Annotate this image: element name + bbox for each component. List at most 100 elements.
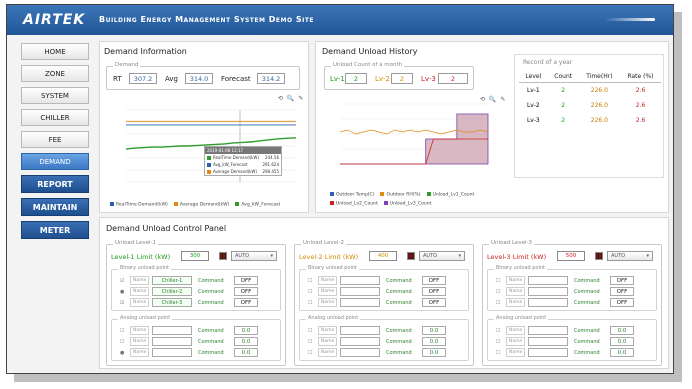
name-label: Name <box>506 348 526 357</box>
chevron-down-icon: ▾ <box>270 253 273 259</box>
command-field[interactable]: 0.0 <box>422 326 446 335</box>
point-checkbox[interactable]: ☐ <box>120 328 124 334</box>
rt-label: RT <box>113 75 122 83</box>
level-limit-label: Level-2 Limit (kW) <box>299 253 359 261</box>
command-field[interactable]: OFF <box>422 287 446 296</box>
mode-select[interactable]: AUTO ▾ <box>419 251 465 261</box>
forecast-label: Forecast <box>221 75 251 83</box>
name-field[interactable] <box>528 348 568 357</box>
nav-system-button[interactable]: SYSTEM <box>21 87 89 104</box>
command-field[interactable]: 0.0 <box>610 326 634 335</box>
point-checkbox[interactable]: ☐ <box>496 300 500 306</box>
command-field[interactable]: 0.0 <box>234 326 258 335</box>
name-field[interactable] <box>340 337 380 346</box>
level-status-indicator <box>407 252 415 260</box>
command-label: Command <box>574 300 600 306</box>
nav-maintain-button[interactable]: MAINTAIN <box>21 198 89 216</box>
name-field[interactable] <box>340 298 380 307</box>
unload-point-row: ☐ Name Command 0.0 <box>112 337 280 347</box>
point-checkbox[interactable]: ● <box>120 289 124 295</box>
command-field[interactable]: 0.0 <box>422 337 446 346</box>
point-checkbox[interactable]: ☐ <box>120 339 124 345</box>
mode-select[interactable]: AUTO ▾ <box>231 251 277 261</box>
name-field[interactable]: Chiller-1 <box>152 276 192 285</box>
mode-select[interactable]: AUTO ▾ <box>607 251 653 261</box>
binary-legend: Binary unload point <box>494 265 548 271</box>
name-field[interactable] <box>528 287 568 296</box>
lv3-value: 2 <box>438 73 468 84</box>
point-checkbox[interactable]: ☑ <box>120 278 124 284</box>
nav-meter-button[interactable]: METER <box>21 221 89 239</box>
name-field[interactable] <box>340 287 380 296</box>
nav-report-button[interactable]: REPORT <box>21 175 89 193</box>
command-field[interactable]: OFF <box>610 287 634 296</box>
command-field[interactable]: OFF <box>234 287 258 296</box>
nav-fee-button[interactable]: FEE <box>21 131 89 148</box>
command-label: Command <box>574 350 600 356</box>
level-limit-input[interactable]: 300 <box>181 251 209 261</box>
command-label: Command <box>386 328 412 334</box>
point-checkbox[interactable]: ☑ <box>120 300 124 306</box>
lv1-value: 2 <box>345 73 367 84</box>
point-checkbox[interactable]: ☐ <box>308 328 312 334</box>
binary-legend: Binary unload point <box>306 265 360 271</box>
command-field[interactable]: OFF <box>234 298 258 307</box>
level-limit-input[interactable]: 400 <box>369 251 397 261</box>
command-field[interactable]: 0.0 <box>234 348 258 357</box>
analog-legend: Analog unload point <box>306 315 361 321</box>
point-checkbox[interactable]: ☐ <box>496 350 500 356</box>
name-field[interactable] <box>340 276 380 285</box>
control-panel-title: Demand Unload Control Panel <box>106 224 227 233</box>
command-field[interactable]: OFF <box>610 298 634 307</box>
point-checkbox[interactable]: ☐ <box>496 339 500 345</box>
command-label: Command <box>574 339 600 345</box>
command-label: Command <box>198 328 224 334</box>
name-field[interactable] <box>528 337 568 346</box>
name-field[interactable]: Chiller-3 <box>152 298 192 307</box>
name-field[interactable] <box>152 326 192 335</box>
point-checkbox[interactable]: ☐ <box>308 350 312 356</box>
command-field[interactable]: 0.0 <box>610 337 634 346</box>
point-checkbox[interactable]: ● <box>120 350 124 356</box>
point-checkbox[interactable]: ☐ <box>308 278 312 284</box>
name-field[interactable] <box>152 348 192 357</box>
record-box: Record of a year Level Count Time(Hr) Ra… <box>514 54 664 178</box>
command-field[interactable]: 0.0 <box>234 337 258 346</box>
name-field[interactable] <box>528 298 568 307</box>
command-field[interactable]: 0.0 <box>422 348 446 357</box>
site-title: Building Energy Management System Demo S… <box>99 15 315 24</box>
analog-legend: Analog unload point <box>118 315 173 321</box>
point-checkbox[interactable]: ☐ <box>308 289 312 295</box>
command-field[interactable]: OFF <box>610 276 634 285</box>
command-field[interactable]: 0.0 <box>610 348 634 357</box>
nav-home-button[interactable]: HOME <box>21 43 89 60</box>
level-limit-input[interactable]: 500 <box>557 251 585 261</box>
point-checkbox[interactable]: ☐ <box>308 339 312 345</box>
point-checkbox[interactable]: ☐ <box>496 278 500 284</box>
name-field[interactable] <box>340 348 380 357</box>
name-field[interactable] <box>528 276 568 285</box>
name-field[interactable] <box>528 326 568 335</box>
unload-point-row: ☐ Name Command 0.0 <box>488 348 656 358</box>
point-checkbox[interactable]: ☐ <box>308 300 312 306</box>
binary-unload-group: Binary unload point ☐ Name Command OFF ☐… <box>299 265 469 311</box>
nav-zone-button[interactable]: ZONE <box>21 65 89 82</box>
point-checkbox[interactable]: ☐ <box>496 289 500 295</box>
command-field[interactable]: OFF <box>234 276 258 285</box>
unload-point-row: ☐ Name Command OFF <box>300 276 468 286</box>
nav-demand-button[interactable]: DEMAND <box>21 153 89 170</box>
name-field[interactable] <box>152 337 192 346</box>
legend-unload-lv2: Unload_Lv2_Count <box>330 200 378 206</box>
name-field[interactable] <box>340 326 380 335</box>
table-row: Lv-1 2 226.0 2.6 <box>526 87 646 94</box>
command-field[interactable]: OFF <box>422 298 446 307</box>
unload-level-1-group: Unload Level-1 Level-1 Limit (kW) 300 AU… <box>106 240 286 366</box>
name-field[interactable]: Chiller-2 <box>152 287 192 296</box>
point-checkbox[interactable]: ☐ <box>496 328 500 334</box>
legend-average: Average Demand(kW) <box>173 202 229 208</box>
demand-chart-tools[interactable]: ⟲ 🔍 ✎ <box>278 95 304 102</box>
command-field[interactable]: OFF <box>422 276 446 285</box>
nav-chiller-button[interactable]: CHILLER <box>21 109 89 126</box>
name-label: Name <box>130 287 150 296</box>
unload-chart-legend: Outdoor Temp(C) Outdoor RH(%) Unload_Lv1… <box>330 192 500 206</box>
